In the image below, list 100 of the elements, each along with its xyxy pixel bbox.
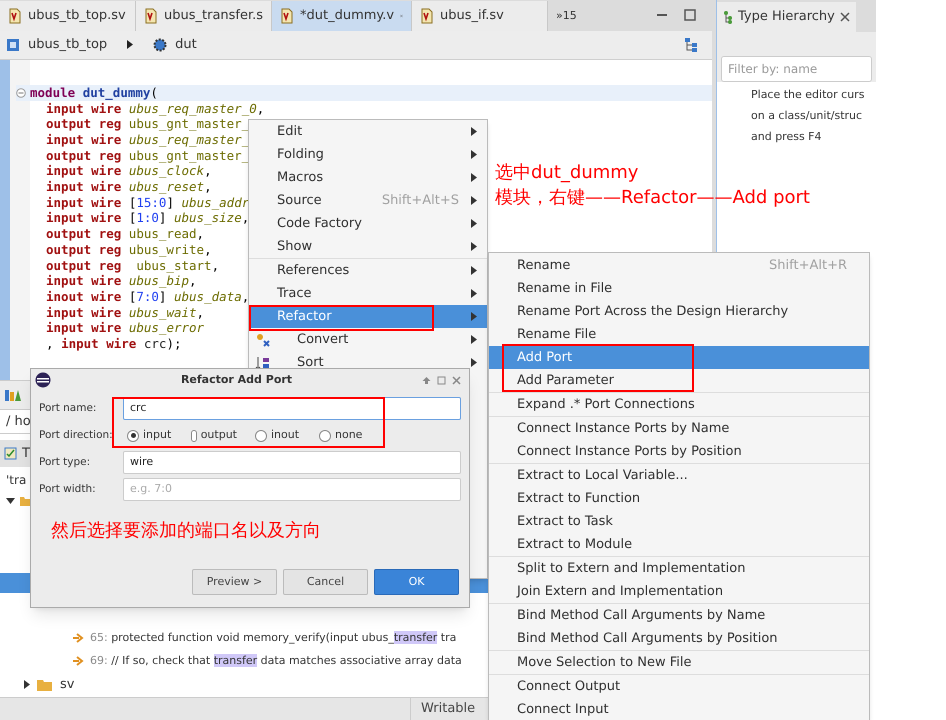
code-line: input wire ubus_req_master_ — [45, 132, 250, 148]
radio-button[interactable]: input — [127, 427, 173, 444]
menu-item[interactable]: Folding — [249, 143, 487, 166]
menu-item[interactable]: Connect Input — [489, 698, 869, 720]
code-line: input wire ubus_reset, — [45, 179, 212, 195]
up-arrow-icon[interactable] — [422, 376, 431, 384]
code-line: output reg ubus_read, — [45, 226, 204, 242]
code-line: , input wire crc); — [45, 336, 182, 352]
breadcrumb-item[interactable]: ubus_tb_top — [28, 35, 108, 55]
match-arrow-icon — [72, 656, 84, 666]
message-text: and press F4 — [751, 129, 822, 145]
menu-item[interactable]: Rename Shift+Alt+R — [489, 254, 869, 277]
module-icon — [6, 38, 20, 52]
app-logo-icon — [35, 372, 51, 388]
task-icon — [4, 446, 18, 460]
convert-icon — [255, 332, 271, 348]
separator-arrow-icon — [127, 40, 134, 50]
annotation-text: 选中dut_dummy — [495, 161, 638, 185]
menu-item[interactable]: Extract to Local Variable... — [489, 464, 869, 487]
menu-item[interactable]: Connect Instance Ports by Position — [489, 440, 869, 463]
tree-item[interactable]: sv — [60, 675, 74, 695]
menu-item[interactable]: Connect Output — [489, 675, 869, 698]
annotation-text: 然后选择要添加的端口名以及方向 — [51, 519, 321, 543]
code-line: input wire ubus_clock, — [45, 163, 212, 180]
search-result[interactable]: 69: // If so, check that transfer data matches associative array data — [90, 653, 462, 670]
radio-button[interactable]: none — [319, 427, 365, 444]
menu-item[interactable]: Rename File — [489, 323, 869, 346]
fold-icon[interactable] — [16, 88, 26, 98]
match-arrow-icon — [72, 633, 84, 644]
menu-item[interactable]: Extract to Module — [489, 533, 869, 556]
menu-item[interactable]: References — [249, 259, 487, 282]
tab-overflow[interactable]: »15 — [548, 0, 585, 31]
submenu-arrow-icon — [471, 127, 477, 136]
editor-tab[interactable]: ubus_tb_top.sv — [0, 0, 136, 31]
field-label: Port width: — [39, 483, 96, 496]
menu-item[interactable]: Move Selection to New File — [489, 651, 869, 674]
menu-item[interactable]: Connect Instance Ports by Name — [489, 417, 869, 440]
radio-button[interactable]: output — [191, 427, 237, 444]
dialog-button[interactable]: Preview > — [192, 569, 277, 595]
menu-item[interactable]: Split to Extern and Implementation — [489, 557, 869, 580]
annotation-text: 模块，右键——Refactor——Add port — [495, 186, 810, 210]
menu-item[interactable]: Macros — [249, 166, 487, 189]
search-text: 'tra — [6, 472, 26, 489]
menu-item[interactable]: Expand .* Port Connections — [489, 393, 869, 416]
hierarchy-icon[interactable] — [684, 36, 698, 53]
menu-item[interactable]: Code Factory — [249, 212, 487, 235]
submenu-arrow-icon — [471, 242, 477, 251]
menu-item[interactable]: Extract to Task — [489, 510, 869, 533]
submenu-arrow-icon — [471, 335, 477, 344]
dialog-title: Refactor Add Port — [180, 372, 294, 388]
editor-tab[interactable]: ubus_if.sv — [412, 0, 548, 31]
menu-item[interactable]: Bind Method Call Arguments by Name — [489, 604, 869, 627]
menu-item[interactable]: Join Extern and Implementation — [489, 580, 869, 603]
code-line: input wire ubus_req_master_0, — [45, 100, 264, 116]
status-text: Writable — [410, 698, 486, 720]
menu-item[interactable]: Rename Port Across the Design Hierarchy — [489, 300, 869, 323]
menu-item[interactable]: Trace — [249, 282, 487, 305]
message-text: Place the editor curs — [751, 87, 864, 103]
breadcrumb-item[interactable]: dut — [175, 35, 197, 55]
expand-arrow-icon[interactable] — [24, 680, 30, 690]
maximize-icon[interactable] — [437, 376, 446, 384]
menu-item[interactable]: Show — [249, 235, 487, 258]
close-icon[interactable] — [452, 376, 461, 384]
maximize-icon[interactable] — [684, 8, 696, 21]
code-line: output reg ubus_start, — [45, 258, 220, 274]
submenu-arrow-icon — [471, 219, 477, 228]
input-field[interactable]: wire — [123, 451, 461, 474]
submenu-arrow-icon — [471, 266, 477, 275]
path-text: / ho — [6, 412, 31, 431]
submenu-arrow-icon — [471, 196, 477, 205]
panel-tab[interactable]: T — [22, 444, 30, 464]
submenu-arrow-icon — [471, 289, 477, 298]
close-icon[interactable] — [840, 12, 850, 22]
editor-tab[interactable]: *dut_dummy.v — [272, 0, 412, 31]
editor-tab[interactable]: ubus_transfer.s — [136, 0, 272, 31]
file-icon — [280, 8, 294, 24]
hierarchy-icon — [723, 10, 733, 24]
panel-tab[interactable]: Type Hierarchy — [717, 2, 856, 32]
submenu-arrow-icon — [471, 150, 477, 159]
menu-item[interactable]: Convert — [249, 328, 487, 351]
expand-arrow-icon[interactable] — [6, 498, 15, 504]
file-icon — [420, 8, 434, 24]
submenu-arrow-icon — [471, 173, 477, 182]
file-icon — [8, 8, 22, 24]
code-line: inout wire [7:0] ubus_data, — [45, 288, 250, 305]
input-field[interactable]: crc — [123, 397, 461, 420]
message-text: on a class/unit/struc — [751, 108, 862, 124]
radio-button[interactable]: inout — [255, 427, 301, 444]
gear-icon — [153, 38, 168, 52]
menu-item[interactable]: Edit — [249, 120, 487, 143]
dialog-button[interactable]: OK — [374, 569, 459, 595]
search-result[interactable]: 65: protected function void memory_verify(input ubus_transfer tra — [90, 630, 456, 647]
sort-icon — [255, 356, 271, 370]
field-label: Port type: — [39, 456, 90, 468]
dialog-button[interactable]: Cancel — [283, 569, 368, 595]
menu-item[interactable]: Bind Method Call Arguments by Position — [489, 627, 869, 650]
menu-item[interactable]: Extract to Function — [489, 487, 869, 510]
menu-item[interactable]: Rename in File — [489, 277, 869, 300]
menu-item[interactable]: Source Shift+Alt+S — [249, 189, 487, 212]
field-label: Port direction: — [39, 429, 113, 442]
